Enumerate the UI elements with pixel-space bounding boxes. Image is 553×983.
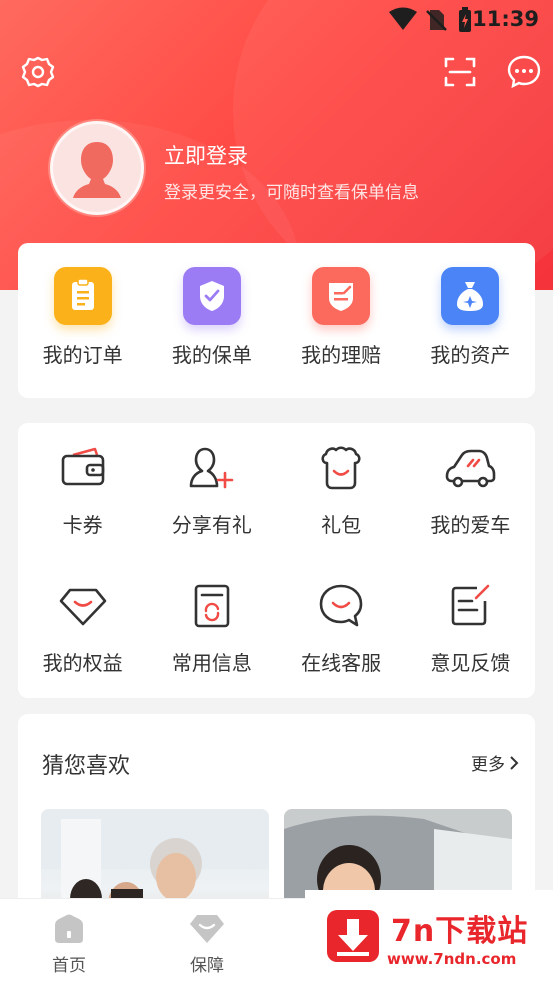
car-icon xyxy=(442,441,498,495)
service-my-car[interactable]: 我的爱车 xyxy=(406,441,535,538)
home-icon xyxy=(55,914,83,943)
service-online-support[interactable]: 在线客服 xyxy=(277,579,406,676)
more-label: 更多 xyxy=(471,755,505,775)
quick-links-card: 我的订单 我的保单 我的理赔 我的资产 xyxy=(18,243,535,398)
service-common-info[interactable]: 常用信息 xyxy=(147,579,276,676)
user-silhouette-icon xyxy=(73,142,121,198)
watermark-title: 7n下载站 xyxy=(391,914,529,949)
service-share-gift[interactable]: 分享有礼 xyxy=(147,441,276,538)
service-label: 意见反馈 xyxy=(430,651,511,675)
claim-shield-icon xyxy=(312,267,371,325)
message-icon[interactable] xyxy=(506,53,542,89)
services-card: 卡券 分享有礼 礼包 我的爱车 我的权益 常用信息 在线客服 意见反馈 xyxy=(18,423,535,698)
money-bag-icon xyxy=(441,267,500,325)
diamond-icon xyxy=(190,915,224,943)
wifi-icon xyxy=(389,7,417,30)
wallet-icon xyxy=(55,441,111,495)
clipboard-icon xyxy=(53,267,112,325)
chevron-right-icon xyxy=(510,755,519,770)
service-label: 我的权益 xyxy=(42,651,123,675)
service-my-benefits[interactable]: 我的权益 xyxy=(18,579,147,676)
quick-link-label: 我的理赔 xyxy=(301,343,382,367)
service-label: 常用信息 xyxy=(171,651,252,675)
quick-link-label: 我的资产 xyxy=(430,343,511,367)
add-user-icon xyxy=(184,441,240,495)
watermark-logo: 7n下载站 www.7ndn.com xyxy=(305,890,553,983)
quick-link-label: 我的订单 xyxy=(42,343,123,367)
gift-pot-icon xyxy=(313,441,369,495)
avatar[interactable] xyxy=(50,121,144,215)
recommend-title: 猜您喜欢 xyxy=(42,754,131,779)
download-arrow-icon xyxy=(327,910,379,962)
shield-check-icon xyxy=(182,267,241,325)
login-subtitle: 登录更安全，可随时查看保单信息 xyxy=(164,183,419,203)
service-label: 分享有礼 xyxy=(171,513,252,537)
settings-icon[interactable] xyxy=(20,54,56,90)
tab-coverage[interactable]: 保障 xyxy=(167,913,247,976)
tab-label: 保障 xyxy=(190,956,224,976)
feedback-edit-icon xyxy=(442,579,498,633)
quick-link-label: 我的保单 xyxy=(171,343,252,367)
quick-link-my-assets[interactable]: 我的资产 xyxy=(406,267,535,368)
more-link[interactable]: 更多 xyxy=(471,750,519,775)
quick-link-my-orders[interactable]: 我的订单 xyxy=(18,267,147,368)
quick-link-my-claims[interactable]: 我的理赔 xyxy=(277,267,406,368)
diamond-icon xyxy=(55,579,111,633)
watermark-url: www.7ndn.com xyxy=(387,950,517,968)
service-label: 卡券 xyxy=(62,513,103,537)
service-coupons[interactable]: 卡券 xyxy=(18,441,147,538)
tab-label: 首页 xyxy=(52,956,86,976)
tab-home[interactable]: 首页 xyxy=(29,913,109,976)
service-feedback[interactable]: 意见反馈 xyxy=(406,579,535,676)
login-link[interactable]: 立即登录 xyxy=(164,140,248,170)
quick-link-my-policies[interactable]: 我的保单 xyxy=(147,267,276,368)
service-gift-pack[interactable]: 礼包 xyxy=(277,441,406,538)
service-label: 我的爱车 xyxy=(430,513,511,537)
no-sim-icon xyxy=(426,10,447,31)
service-label: 礼包 xyxy=(321,513,362,537)
status-time: 11:39 xyxy=(472,7,539,31)
document-refresh-icon xyxy=(184,579,240,633)
scan-icon[interactable] xyxy=(442,54,478,90)
chat-smile-icon xyxy=(313,579,369,633)
service-label: 在线客服 xyxy=(301,651,382,675)
status-bar: 11:39 xyxy=(0,0,553,38)
